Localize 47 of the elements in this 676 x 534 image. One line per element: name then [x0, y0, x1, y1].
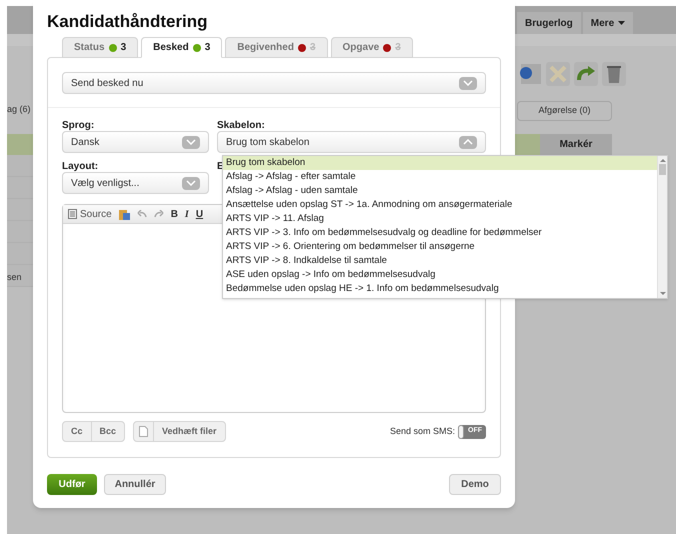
count: 3: [204, 41, 210, 55]
send-mode-select[interactable]: Send besked nu: [62, 72, 486, 94]
tab[interactable]: Besked 3: [141, 37, 222, 58]
filter-tab[interactable]: Afgørelse (0): [517, 101, 612, 121]
recipient-button[interactable]: Cc: [63, 422, 91, 441]
log-button[interactable]: Brugerlog: [517, 12, 581, 34]
field-label: Skabelon:: [217, 119, 266, 131]
scrollbar-thumb[interactable]: [659, 164, 666, 175]
template-select[interactable]: Brug tom skabelon: [217, 131, 486, 153]
dropdown-arrow-icon: [459, 136, 477, 148]
dropdown-option[interactable]: Brug tom skabelon: [223, 156, 657, 170]
row-text: sen: [7, 271, 22, 284]
trash-icon[interactable]: [602, 62, 626, 86]
attach-files-button[interactable]: Vedhæft filer: [133, 421, 226, 442]
document-icon: [68, 209, 77, 219]
bold-button[interactable]: B: [170, 206, 178, 222]
underline-button[interactable]: U: [196, 206, 204, 222]
file-icon: [139, 426, 148, 437]
scrollbar[interactable]: [657, 156, 667, 298]
dropdown-arrow-icon: [182, 136, 200, 148]
redo-icon[interactable]: [154, 210, 164, 218]
dropdown-option[interactable]: Afslag -> Afslag - uden samtale: [223, 184, 657, 198]
paste-icon[interactable]: [118, 208, 130, 220]
dropdown-arrow-icon: [459, 76, 477, 90]
cancel-button[interactable]: Annullér: [104, 474, 166, 495]
caret-icon: [618, 21, 626, 25]
column-header[interactable]: Markér: [540, 134, 612, 155]
menu-button[interactable]: Mere: [582, 12, 634, 34]
recipient-button[interactable]: Bcc: [90, 422, 124, 441]
dropdown-option[interactable]: Afslag -> Afslag - efter samtale: [223, 170, 657, 184]
language-select[interactable]: Dansk: [62, 131, 209, 153]
field-label: Sprog:: [62, 119, 96, 131]
count: 3: [120, 41, 126, 55]
tab[interactable]: Status 3: [62, 37, 138, 58]
execute-button[interactable]: Udfør: [47, 474, 97, 495]
source-button[interactable]: Source: [68, 206, 112, 222]
dropdown-arrow-icon: [182, 176, 200, 190]
field-label: Layout:: [62, 160, 100, 172]
italic-button[interactable]: I: [184, 206, 189, 222]
tab-label[interactable]: ag (6): [7, 103, 31, 116]
dialog-title: Kandidathåndtering: [47, 12, 209, 32]
demo-button[interactable]: Demo: [449, 474, 501, 495]
undo-icon[interactable]: [136, 210, 147, 218]
scroll-up-icon[interactable]: [660, 156, 666, 164]
layout-select[interactable]: Vælg venligst...: [62, 172, 209, 194]
scroll-down-icon[interactable]: [660, 290, 666, 298]
sms-label: Send som SMS:: [390, 424, 455, 438]
